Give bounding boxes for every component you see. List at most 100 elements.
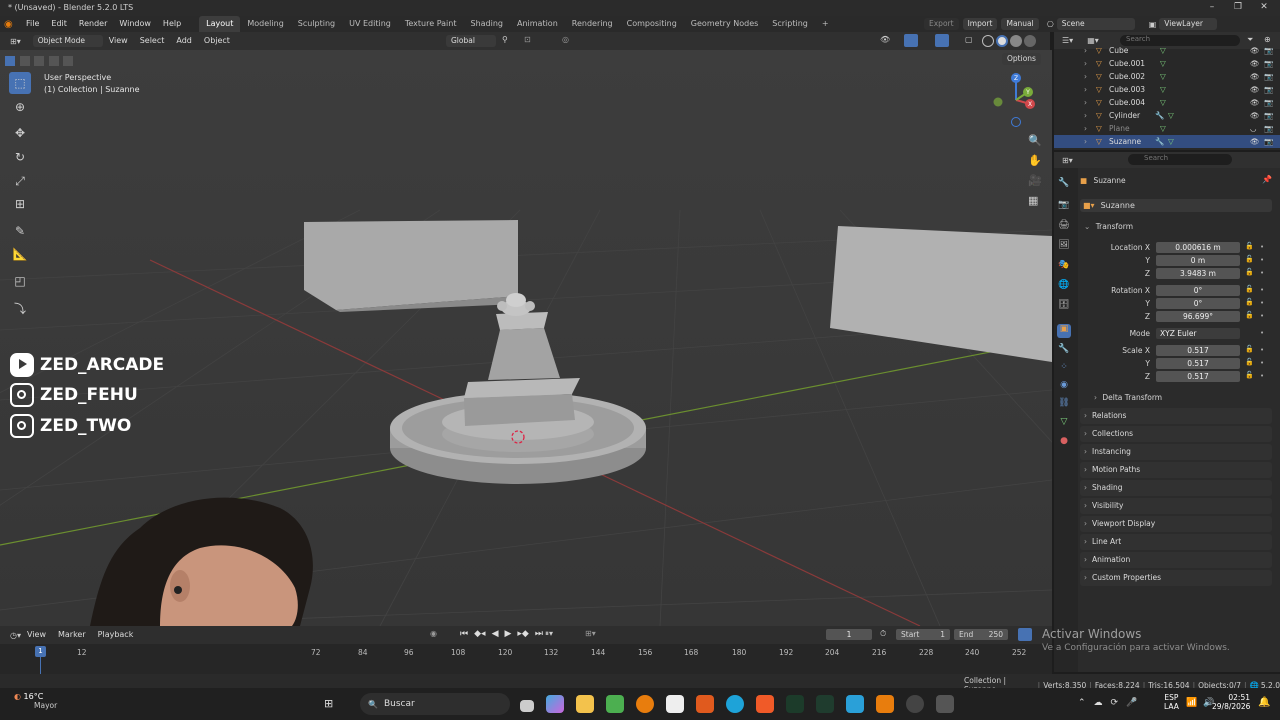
menu-help[interactable]: Help — [157, 16, 187, 32]
rendered-shading-icon[interactable] — [1024, 35, 1036, 47]
substance-painter-icon[interactable] — [786, 695, 804, 713]
keyframe-dot-icon[interactable]: • — [1260, 329, 1264, 337]
scene-selector[interactable]: Scene — [1056, 18, 1135, 30]
menu-render[interactable]: Render — [73, 16, 113, 32]
maximize-button[interactable]: ❐ — [1226, 2, 1250, 14]
panel-collections[interactable]: Collections — [1080, 426, 1272, 442]
rotation-y-field[interactable]: 0° — [1156, 298, 1240, 309]
taskbar-search-box[interactable]: 🔍 Buscar — [360, 693, 510, 715]
material-shading-icon[interactable] — [1010, 35, 1022, 47]
lock-icon[interactable]: 🔓 — [1245, 358, 1254, 366]
visibility-icon[interactable]: 👁 — [880, 35, 890, 44]
workspace-tab-animation[interactable]: Animation — [510, 16, 565, 32]
keyframe-dot-icon[interactable]: • — [1260, 372, 1264, 380]
visibility-eye-icon[interactable]: 👁 — [1250, 96, 1260, 109]
properties-search-input[interactable]: Search — [1128, 154, 1232, 165]
cursor-tool-icon[interactable]: ⊕ — [9, 96, 31, 118]
outliner-row-3[interactable]: › ▽ Cube.003 ▽ 👁 📷 — [1054, 83, 1280, 96]
select-extend-mode-icon[interactable] — [19, 56, 30, 66]
keyframe-dot-icon[interactable]: • — [1260, 312, 1264, 320]
data-properties-tab-icon[interactable]: ▽ — [1057, 417, 1071, 431]
outliner-item-name[interactable]: Suzanne — [1109, 135, 1141, 148]
new-collection-icon[interactable]: ⊕ — [1264, 35, 1271, 44]
visibility-eye-icon[interactable]: 👁 — [1250, 135, 1260, 148]
outliner-row-6[interactable]: › ▽ Plane ▽ ◡ 📷 — [1054, 122, 1280, 135]
gizmo-toggle-icon[interactable] — [904, 34, 918, 47]
datablock-selector[interactable]: ■▾ Suzanne — [1080, 199, 1272, 212]
transform-tool-icon[interactable]: ⊞ — [9, 193, 31, 215]
viewport-options-button[interactable]: Options — [1002, 53, 1041, 65]
workspace-tab-sculpting[interactable]: Sculpting — [291, 16, 342, 32]
select-invert-mode-icon[interactable] — [48, 56, 59, 66]
timeline-menu-playback[interactable]: Playback — [92, 627, 140, 643]
scale-z-field[interactable]: 0.517 — [1156, 371, 1240, 382]
3d-viewport[interactable]: ⬚ ⊕ ✥ ↻ ⤢ ⊞ ✎ 📐 ◰ ⤵ User Perspective (1)… — [0, 50, 1052, 626]
rotation-mode-select[interactable]: XYZ Euler — [1156, 328, 1240, 339]
keyframe-dot-icon[interactable]: • — [1260, 256, 1264, 264]
render-camera-icon[interactable]: 📷 — [1264, 83, 1273, 96]
play-icon[interactable]: ▶ — [504, 629, 511, 639]
outliner-row-7[interactable]: › ▽ Suzanne 🔧 ▽ 👁 📷 — [1054, 135, 1280, 148]
next-keyframe-icon[interactable]: ▸◆ — [517, 629, 528, 639]
keyframe-dot-icon[interactable]: • — [1260, 346, 1264, 354]
transform-orientation-selector[interactable]: Global — [446, 35, 496, 47]
outliner-row-1[interactable]: › ▽ Cube.001 ▽ 👁 📷 — [1054, 57, 1280, 70]
overlay-toggle-icon[interactable] — [935, 34, 949, 47]
zoom-icon[interactable]: 🔍 — [1028, 134, 1042, 147]
current-frame-field[interactable]: 1 — [826, 629, 872, 640]
panel-animation[interactable]: Animation — [1080, 552, 1272, 568]
location-y-field[interactable]: 0 m — [1156, 255, 1240, 266]
keyframe-dot-icon[interactable]: • — [1260, 243, 1264, 251]
outliner-item-name[interactable]: Cylinder — [1109, 109, 1140, 122]
pivot-icon[interactable]: ⚲ — [502, 35, 508, 44]
visibility-eye-icon[interactable]: 👁 — [1250, 70, 1260, 83]
scale-tool-icon[interactable]: ⤢ — [9, 170, 31, 192]
expand-arrow-icon[interactable]: › — [1084, 109, 1087, 122]
properties-editor-icon[interactable]: ⊞▾ — [1062, 156, 1073, 165]
preview-range-icon[interactable]: ⏱ — [880, 629, 886, 639]
windows-start-icon[interactable]: ⊞ — [324, 697, 333, 710]
end-frame-field[interactable]: End 250 — [954, 629, 1008, 640]
workspace-tab-uv-editing[interactable]: UV Editing — [342, 16, 398, 32]
render-camera-icon[interactable]: 📷 — [1264, 109, 1273, 122]
substance-designer-icon[interactable] — [816, 695, 834, 713]
keyframe-dot-icon[interactable]: • — [1260, 359, 1264, 367]
lock-icon[interactable]: 🔓 — [1245, 242, 1254, 250]
timeline-menu-view[interactable]: View — [21, 627, 52, 643]
outliner-row-4[interactable]: › ▽ Cube.004 ▽ 👁 📷 — [1054, 96, 1280, 109]
location-x-field[interactable]: 0.000616 m — [1156, 242, 1240, 253]
menu-window[interactable]: Window — [113, 16, 157, 32]
manual-button[interactable]: Manual — [1001, 18, 1039, 30]
copilot-icon[interactable] — [546, 695, 564, 713]
select-box-mode-icon[interactable] — [5, 56, 15, 66]
expand-arrow-icon[interactable]: › — [1084, 135, 1087, 148]
lock-icon[interactable]: 🔓 — [1245, 255, 1254, 263]
transform-panel-header[interactable]: ⌄ Transform — [1084, 221, 1133, 233]
editor-type-icon[interactable]: ⊞▾ — [10, 37, 21, 46]
keying-set-icon[interactable]: ⊞▾ — [585, 629, 596, 638]
render-camera-icon[interactable]: 📷 — [1264, 122, 1273, 135]
select-box-tool-icon[interactable]: ⬚ — [9, 72, 31, 94]
game-launcher-icon[interactable] — [696, 695, 714, 713]
proportional-edit-icon[interactable]: ◎ — [562, 35, 569, 44]
expand-arrow-icon[interactable]: › — [1084, 57, 1087, 70]
visibility-eye-icon[interactable]: 👁 — [1250, 109, 1260, 122]
keyframe-dot-icon[interactable]: • — [1260, 286, 1264, 294]
render-camera-icon[interactable]: 📷 — [1264, 44, 1273, 57]
world-properties-tab-icon[interactable]: 🌐 — [1057, 280, 1071, 294]
snap-icon[interactable]: ⊡ — [524, 35, 531, 44]
select-subtract-mode-icon[interactable] — [34, 56, 45, 66]
clock[interactable]: 02:51 29/8/2026 — [1212, 693, 1250, 711]
weather-widget[interactable]: ◐ 16°C Mayor — [14, 692, 57, 710]
render-camera-icon[interactable]: 📷 — [1264, 70, 1273, 83]
render-camera-icon[interactable]: 📷 — [1264, 135, 1273, 148]
lock-icon[interactable]: 🔓 — [1245, 285, 1254, 293]
render-properties-tab-icon[interactable]: 📷 — [1057, 200, 1071, 214]
blender-taskbar-icon[interactable] — [636, 695, 654, 713]
navigation-gizmo[interactable]: Z X Y — [990, 70, 1046, 130]
mode-selector[interactable]: Object Mode — [32, 35, 103, 47]
panel-instancing[interactable]: Instancing — [1080, 444, 1272, 460]
viewport-menu-view[interactable]: View — [103, 33, 134, 49]
app-bot-icon[interactable] — [936, 695, 954, 713]
lock-icon[interactable]: 🔓 — [1245, 371, 1254, 379]
